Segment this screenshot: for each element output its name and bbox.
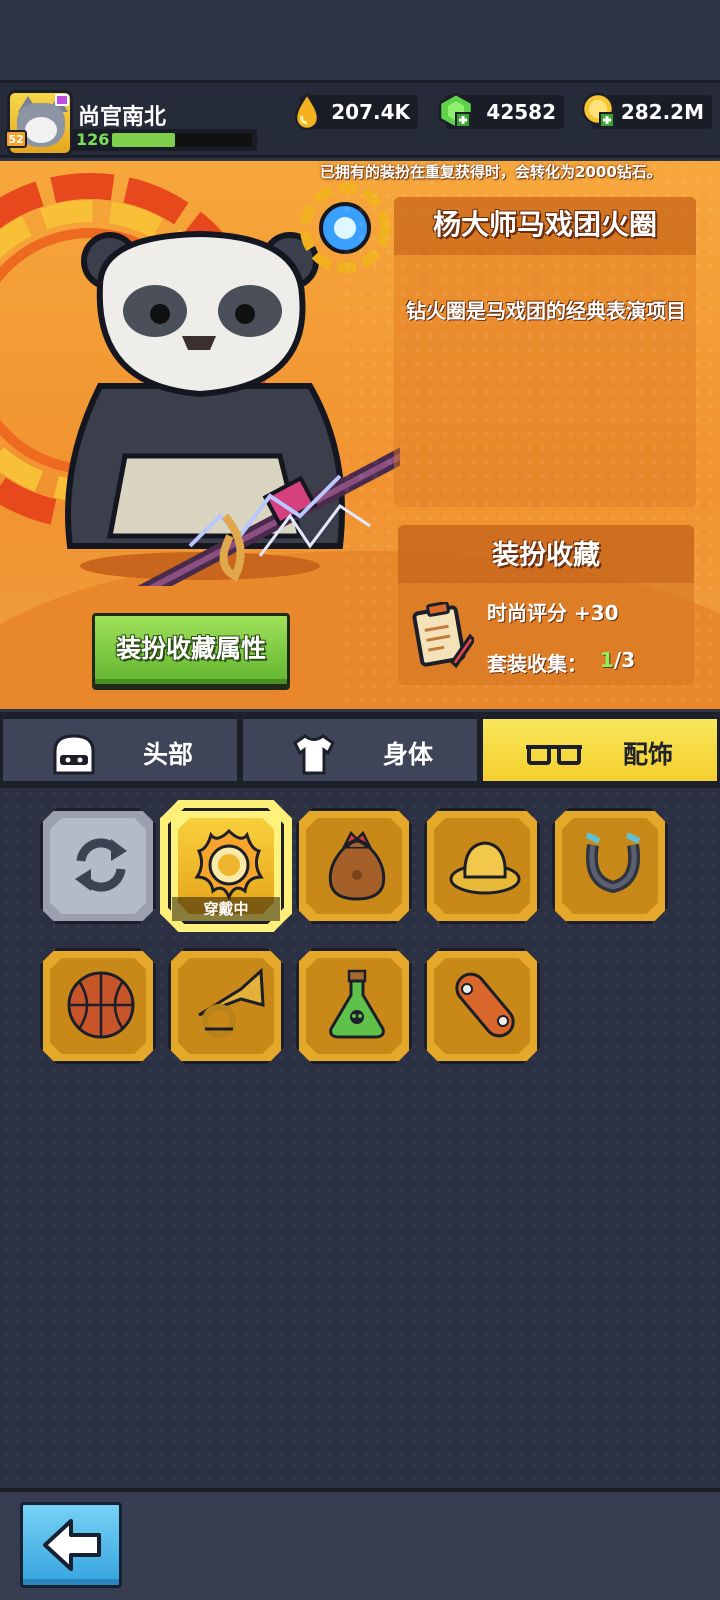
item-title: 杨大师马戏团火圈 [432, 208, 657, 241]
tab-body-label: 身体 [383, 740, 434, 769]
notification-badge [55, 94, 69, 106]
glasses-icon [526, 745, 582, 765]
poison-flask-icon [329, 969, 385, 1039]
item-slot-hat[interactable] [424, 808, 540, 924]
fashion-score: 时尚评分 +30 [487, 601, 619, 625]
horn-icon [198, 967, 265, 1038]
skateboard-icon [455, 972, 515, 1038]
arrow-left-icon [43, 1519, 101, 1571]
refresh-icon [75, 838, 127, 892]
duplicate-notice: 已拥有的装扮在重复获得时，会转化为2000钻石。 [320, 163, 662, 181]
tab-accessory[interactable]: 配饰 [480, 716, 720, 784]
refresh-slot[interactable] [40, 808, 156, 924]
hat-icon [449, 841, 521, 895]
xp-fill [112, 133, 175, 147]
set-collection-count: 1/3 [600, 648, 635, 672]
item-description: 钻火圈是马戏团的经典表演项目 [406, 299, 686, 323]
xp-value: 126 [76, 130, 110, 149]
item-slot-basketball[interactable] [40, 948, 156, 1064]
tab-head[interactable]: 头部 [0, 716, 240, 784]
panda-character [65, 230, 400, 586]
xp-track [112, 133, 252, 147]
equipped-label: 穿戴中 [172, 897, 280, 921]
player-name: 尚官南北 [78, 105, 167, 130]
horseshoe-magnet-icon [585, 832, 641, 894]
sack-icon [328, 830, 386, 901]
shirt-icon [293, 734, 335, 775]
basketball-icon [67, 971, 135, 1039]
tab-accessory-label: 配饰 [623, 740, 674, 769]
item-slot-magnet[interactable] [552, 808, 668, 924]
set-current: 1 [600, 648, 614, 672]
gold-coin-icon[interactable] [580, 91, 620, 131]
collection-attributes-button[interactable]: 装扮收藏属性 [92, 613, 290, 687]
fire-ring-icon [194, 828, 264, 901]
back-button[interactable] [20, 1502, 122, 1588]
helmet-icon [53, 734, 95, 775]
player-level-badge: 52 [5, 130, 27, 148]
item-slot-sack[interactable] [296, 808, 412, 924]
set-total: /3 [613, 648, 636, 672]
item-slot-flask[interactable] [296, 948, 412, 1064]
collection-title: 装扮收藏 [492, 540, 600, 571]
item-slot-skateboard[interactable] [424, 948, 540, 1064]
clipboard-icon [412, 602, 474, 669]
set-collection-label: 套装收集： [487, 652, 587, 676]
tab-head-label: 头部 [143, 740, 194, 769]
status-strip [0, 0, 720, 80]
oil-drop-icon [294, 91, 320, 131]
item-slot-horn[interactable] [168, 948, 284, 1064]
green-gem-icon[interactable] [436, 91, 476, 131]
xp-bar: 126 [72, 129, 257, 151]
tab-body[interactable]: 身体 [240, 716, 480, 784]
magic-orb-icon [300, 183, 390, 273]
